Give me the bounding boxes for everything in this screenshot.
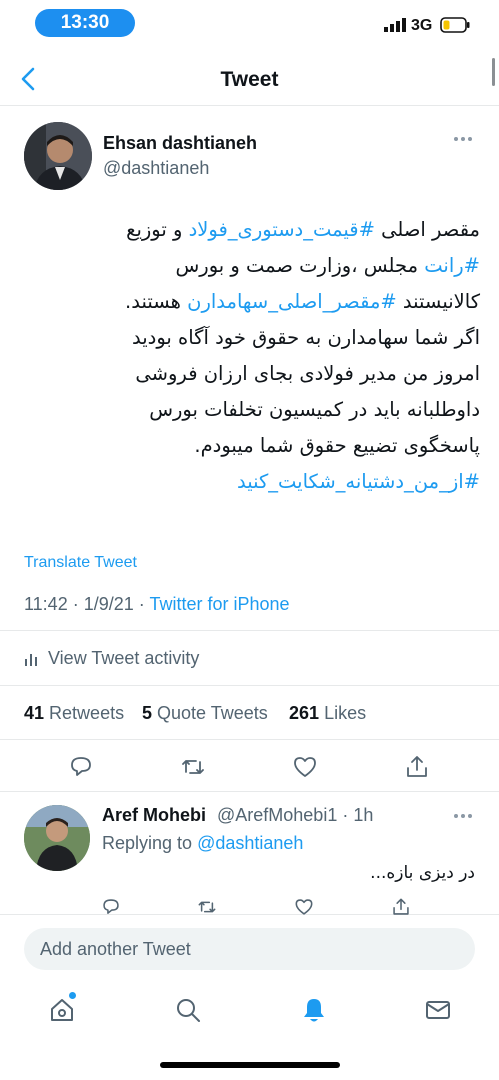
retweet-icon[interactable] xyxy=(180,754,206,780)
nav-bar: Tweet xyxy=(0,54,499,106)
more-options-icon[interactable] xyxy=(452,809,474,823)
reply-tweet[interactable]: Aref Mohebi @ArefMohebi1 · 1h Replying t… xyxy=(0,793,499,915)
replying-to: Replying to @dashtianeh xyxy=(102,833,303,854)
quotes-count: 5 xyxy=(142,703,153,723)
quotes-label: Quote Tweets xyxy=(157,703,268,723)
tweet-text-segment: امروز من مدیر فولادی بجای ارزان فروشی xyxy=(135,362,480,385)
retweets-label: Retweets xyxy=(49,703,125,723)
author-handle[interactable]: @dashtianeh xyxy=(103,158,209,179)
tweet-line: اگر شما سهامدارن به حقوق خود آگاه بودید xyxy=(22,320,480,356)
tweet-line: پاسخگوی تضییع حقوق شما میبودم. xyxy=(22,428,480,464)
reply-icon[interactable] xyxy=(101,897,121,917)
more-options-icon[interactable] xyxy=(452,132,474,146)
tweet-text-segment: و توزیع xyxy=(126,218,189,241)
avatar[interactable] xyxy=(24,805,90,871)
tweet-source-link[interactable]: Twitter for iPhone xyxy=(149,594,289,614)
reply-text: در دیزی بازه... xyxy=(370,863,475,883)
notifications-icon[interactable] xyxy=(300,996,328,1024)
hashtag-link[interactable]: #از_من_دشتیانه_شکایت_کنید xyxy=(237,470,480,493)
tweet-time: 11:42 xyxy=(24,594,68,614)
search-icon[interactable] xyxy=(174,996,202,1024)
signal-bars-icon xyxy=(384,18,406,32)
scrollbar[interactable] xyxy=(492,58,495,86)
messages-icon[interactable] xyxy=(424,996,452,1024)
tweet-line: امروز من مدیر فولادی بجای ارزان فروشی xyxy=(22,356,480,392)
likes-count: 261 xyxy=(289,703,320,723)
tweet-text: مقصر اصلی #قیمت_دستوری_فولاد و توزیع #ران… xyxy=(22,212,480,500)
tweet-author: Ehsan dashtianeh @dashtianeh xyxy=(0,118,499,198)
tweet-line: کالانیستند #مقصر_اصلی_سهامدارن هستند. xyxy=(22,284,480,320)
add-tweet-input[interactable]: Add another Tweet xyxy=(24,928,475,970)
translate-tweet-link[interactable]: Translate Tweet xyxy=(24,554,137,572)
tweet-text-segment: داوطلبانه باید در کمیسیون تخلفات بورس xyxy=(149,398,480,421)
tweet-text-segment: مجلس ،وزارت صمت و بورس xyxy=(175,254,425,277)
tweet-line: مقصر اصلی #قیمت_دستوری_فولاد و توزیع xyxy=(22,212,480,248)
hashtag-link[interactable]: #مقصر_اصلی_سهامدارن xyxy=(187,290,397,313)
avatar[interactable] xyxy=(24,122,92,190)
tweet-meta: 11:42 · 1/9/21 · Twitter for iPhone xyxy=(24,594,290,615)
network-type: 3G xyxy=(411,17,433,34)
hashtag-link[interactable]: #قیمت_دستوری_فولاد xyxy=(189,218,375,241)
status-bar: 13:30 3G xyxy=(0,0,499,48)
like-icon[interactable] xyxy=(292,754,318,780)
like-icon[interactable] xyxy=(294,897,314,917)
battery-low-icon xyxy=(440,17,470,33)
tweet-text-segment: مقصر اصلی xyxy=(374,218,480,241)
reply-author-handle[interactable]: @ArefMohebi1 · 1h xyxy=(217,805,373,826)
add-tweet-placeholder: Add another Tweet xyxy=(40,939,191,959)
status-time: 13:30 xyxy=(35,9,135,37)
retweet-icon[interactable] xyxy=(197,897,217,917)
meta-separator: · xyxy=(67,594,84,614)
tab-bar xyxy=(0,982,499,1080)
home-notification-dot xyxy=(69,992,76,999)
home-indicator[interactable] xyxy=(160,1062,340,1068)
reply-author-name[interactable]: Aref Mohebi xyxy=(102,805,206,826)
tweet-stats: 41 Retweets 5 Quote Tweets 261 Likes xyxy=(0,686,499,740)
replying-prefix: Replying to xyxy=(102,833,198,853)
tweet-actions xyxy=(0,740,499,792)
tweet-text-segment: کالانیستند xyxy=(396,290,480,313)
reply-icon[interactable] xyxy=(68,754,94,780)
home-icon[interactable] xyxy=(48,996,76,1024)
quote-tweets-stat[interactable]: 5 Quote Tweets xyxy=(142,703,268,724)
tweet-date: 1/9/21 xyxy=(83,594,134,614)
page-title: Tweet xyxy=(220,68,279,91)
tweet-text-segment: اگر شما سهامدارن به حقوق خود آگاه بودید xyxy=(131,326,480,349)
tweet-line: داوطلبانه باید در کمیسیون تخلفات بورس xyxy=(22,392,480,428)
likes-stat[interactable]: 261 Likes xyxy=(289,703,366,724)
view-tweet-activity-button[interactable]: View Tweet activity xyxy=(0,630,499,686)
replying-mention[interactable]: @dashtianeh xyxy=(197,833,303,853)
tweet-line: #رانت مجلس ،وزارت صمت و بورس xyxy=(22,248,480,284)
tweet-line: #از_من_دشتیانه_شکایت_کنید xyxy=(22,464,480,500)
tweet-text-segment: هستند. xyxy=(125,290,188,313)
hashtag-link[interactable]: #رانت xyxy=(424,254,480,277)
share-icon[interactable] xyxy=(404,754,430,780)
retweets-stat[interactable]: 41 Retweets xyxy=(24,703,124,724)
author-name[interactable]: Ehsan dashtianeh xyxy=(103,133,257,154)
meta-separator: · xyxy=(133,594,150,614)
share-icon[interactable] xyxy=(391,897,411,917)
view-tweet-activity-label: View Tweet activity xyxy=(48,648,200,668)
likes-label: Likes xyxy=(324,703,367,723)
tweet-text-segment: پاسخگوی تضییع حقوق شما میبودم. xyxy=(194,434,480,457)
retweets-count: 41 xyxy=(24,703,45,723)
analytics-icon xyxy=(25,654,37,666)
